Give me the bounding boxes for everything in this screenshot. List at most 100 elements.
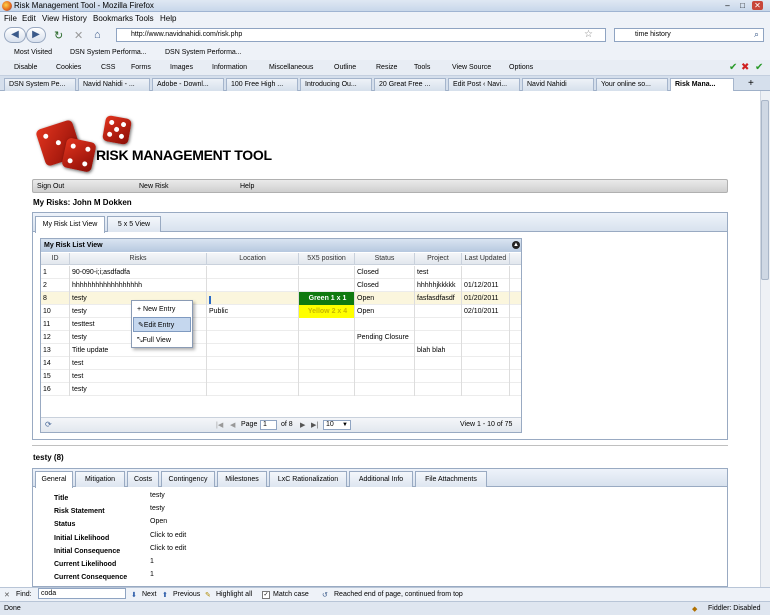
collapse-icon[interactable]: ▲ [512, 241, 520, 249]
menu-item-edit-entry[interactable]: ✎Edit Entry [133, 317, 191, 332]
page-number-input[interactable]: 1 [260, 420, 277, 430]
close-find-icon[interactable]: ✕ [4, 591, 10, 599]
dev-disable[interactable]: Disable [14, 64, 37, 71]
field-value[interactable]: 1 [150, 571, 154, 578]
search-input[interactable]: time history [614, 28, 764, 42]
bookmark-dsn-2[interactable]: DSN System Performa... [165, 49, 242, 56]
menu-item-full-view[interactable]: ⤡Full View [133, 333, 191, 348]
tab-file-attachments[interactable]: File Attachments [415, 471, 487, 487]
bookmark-dsn-1[interactable]: DSN System Performa... [70, 49, 147, 56]
browser-tab[interactable]: Navid Nahidi - ... [78, 78, 150, 91]
table-row[interactable]: 2 hhhhhhhhhhhhhhhhhh Closed hhhhhjkkkkk 01/1… [41, 279, 521, 292]
column-header-location[interactable]: Location [207, 253, 299, 265]
browser-tab[interactable]: Navid Nahidi [522, 78, 594, 91]
sign-out-link[interactable]: Sign Out [37, 183, 64, 190]
home-icon[interactable]: ⌂ [94, 29, 101, 41]
table-row[interactable]: 12 testy Pending Closure [41, 331, 521, 344]
menu-view[interactable]: View [42, 14, 59, 23]
table-row[interactable]: 14 test [41, 357, 521, 370]
dev-options[interactable]: Options [509, 64, 533, 71]
column-header-last-updated[interactable]: Last Updated [462, 253, 510, 265]
dev-view-source[interactable]: View Source [452, 64, 491, 71]
browser-tab[interactable]: Introducing Ou... [300, 78, 372, 91]
tab-costs[interactable]: Costs [127, 471, 159, 487]
field-value[interactable]: Open [150, 518, 167, 525]
menu-tools[interactable]: Tools [135, 14, 154, 23]
new-tab-icon[interactable]: + [748, 78, 754, 89]
url-bar[interactable]: http://www.navidnahidi.com/risk.php [116, 28, 606, 42]
browser-tab[interactable]: 100 Free High ... [226, 78, 298, 91]
find-input[interactable]: coda [38, 588, 126, 599]
menu-file[interactable]: File [4, 14, 17, 23]
next-page-icon[interactable]: ▶ [300, 421, 305, 429]
dev-images[interactable]: Images [170, 64, 193, 71]
fiddler-status[interactable]: Fiddler: Disabled [708, 605, 761, 612]
field-value[interactable]: testy [150, 505, 165, 512]
column-header-project[interactable]: Project [415, 253, 462, 265]
column-header-status[interactable]: Status [355, 253, 415, 265]
menu-help[interactable]: Help [160, 14, 176, 23]
star-icon[interactable]: ☆ [584, 29, 593, 40]
maximize-icon[interactable]: □ [737, 1, 748, 10]
column-header-5x5[interactable]: 5X5 position [299, 253, 355, 265]
field-value[interactable]: Click to edit [150, 545, 186, 552]
field-value[interactable]: 1 [150, 558, 154, 565]
rows-per-page-select[interactable]: 10 ▼ [323, 420, 351, 430]
dev-cookies[interactable]: Cookies [56, 64, 81, 71]
tab-mitigation[interactable]: Mitigation [75, 471, 125, 487]
table-row[interactable]: 1 90-090-i;i;asdfadfa Closed test [41, 266, 521, 279]
table-row[interactable]: 11 testtest [41, 318, 521, 331]
tab-additional-info[interactable]: Additional Info [349, 471, 413, 487]
help-link[interactable]: Help [240, 183, 254, 190]
tab-my-risk-list-view[interactable]: My Risk List View [35, 216, 105, 233]
menu-item-new-entry[interactable]: + New Entry [133, 302, 191, 317]
menu-bookmarks[interactable]: Bookmarks [93, 14, 133, 23]
refresh-icon[interactable]: ⟳ [45, 420, 52, 429]
close-icon[interactable]: ✕ [752, 1, 763, 10]
field-value[interactable]: Click to edit [150, 532, 186, 539]
dev-information[interactable]: Information [212, 64, 247, 71]
minimize-icon[interactable]: – [722, 1, 733, 10]
browser-tab[interactable]: Edit Post ‹ Navi... [448, 78, 520, 91]
browser-tab-active[interactable]: Risk Mana... [670, 78, 734, 91]
browser-tab[interactable]: DSN System Pe... [4, 78, 76, 91]
find-next-button[interactable]: Next [142, 591, 156, 598]
browser-tab[interactable]: 20 Great Free ... [374, 78, 446, 91]
tab-5x5-view[interactable]: 5 x 5 View [107, 216, 161, 232]
browser-tab[interactable]: Your online so... [596, 78, 668, 91]
bookmark-most-visited[interactable]: Most Visited [14, 49, 52, 56]
browser-tab[interactable]: Adobe - Downl... [152, 78, 224, 91]
field-value[interactable]: testy [150, 492, 165, 499]
table-row[interactable]: 13 Title update blah blah [41, 344, 521, 357]
find-previous-button[interactable]: Previous [173, 591, 200, 598]
scrollbar-thumb[interactable] [761, 100, 769, 280]
dev-resize[interactable]: Resize [376, 64, 397, 71]
table-row[interactable]: 8 testy Green 1 x 1 Open fasfasdfasdf 01/20/2… [41, 292, 521, 305]
table-row[interactable]: 16 testy [41, 383, 521, 396]
highlight-all-button[interactable]: Highlight all [216, 591, 252, 598]
last-page-icon[interactable]: ▶| [311, 421, 318, 429]
column-header-id[interactable]: ID [41, 253, 70, 265]
new-risk-link[interactable]: New Risk [139, 183, 169, 190]
tab-milestones[interactable]: Milestones [217, 471, 267, 487]
dev-outline[interactable]: Outline [334, 64, 356, 71]
back-icon[interactable]: ◀ [4, 27, 26, 43]
tab-lxc-rationalization[interactable]: LxC Rationalization [269, 471, 347, 487]
reload-icon[interactable]: ↻ [54, 29, 63, 42]
dev-forms[interactable]: Forms [131, 64, 151, 71]
menu-edit[interactable]: Edit [22, 14, 36, 23]
forward-icon[interactable]: ▶ [26, 27, 46, 43]
first-page-icon[interactable]: |◀ [216, 421, 223, 429]
dev-miscellaneous[interactable]: Miscellaneous [269, 64, 313, 71]
prev-page-icon[interactable]: ◀ [230, 421, 235, 429]
column-header-risks[interactable]: Risks [70, 253, 207, 265]
stop-icon[interactable]: ✕ [74, 29, 83, 42]
search-icon[interactable]: ⌕ [754, 29, 759, 40]
dev-tools[interactable]: Tools [414, 64, 430, 71]
table-row[interactable]: 15 test [41, 370, 521, 383]
match-case-checkbox[interactable]: ✓ [262, 591, 270, 599]
dev-css[interactable]: CSS [101, 64, 115, 71]
menu-history[interactable]: History [62, 14, 87, 23]
tab-general[interactable]: General [35, 471, 73, 488]
tab-contingency[interactable]: Contingency [161, 471, 215, 487]
